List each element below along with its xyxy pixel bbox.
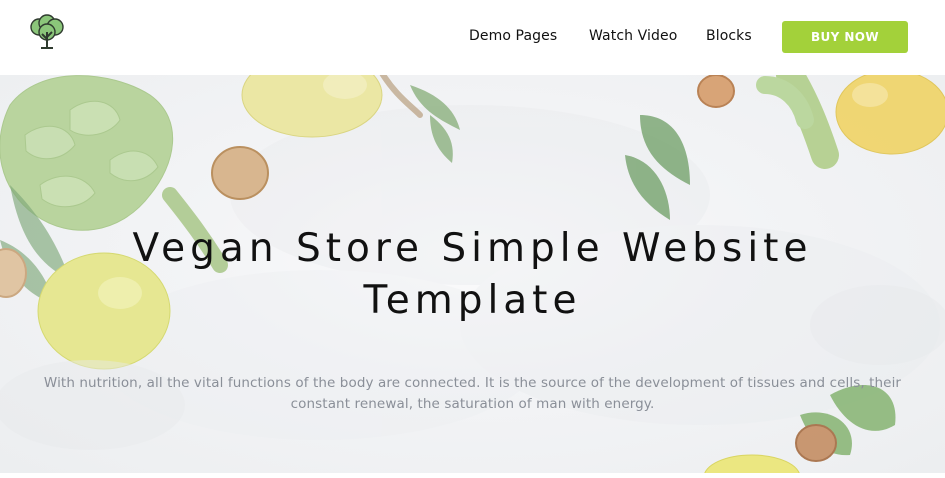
hero-description-line-1: With nutrition, all the vital functions …: [43, 375, 902, 391]
hero-title-line-1: Vegan Store Simple Website: [132, 226, 813, 271]
hero-title: Vegan Store Simple Website Template: [0, 223, 945, 327]
buy-now-button[interactable]: BUY NOW: [782, 21, 908, 53]
site-header: Demo Pages Watch Video Blocks BUY NOW: [0, 0, 945, 75]
bottom-divider: [0, 473, 945, 478]
hero-description: With nutrition, all the vital functions …: [0, 373, 945, 415]
nav-watch-video[interactable]: Watch Video: [589, 26, 677, 46]
hero-title-line-2: Template: [363, 278, 582, 323]
nav-blocks[interactable]: Blocks: [706, 26, 752, 46]
nav-demo-pages[interactable]: Demo Pages: [469, 26, 557, 46]
hero-description-line-2: constant renewal, the saturation of man …: [290, 396, 655, 412]
hero-section: Vegan Store Simple Website Template With…: [0, 75, 945, 473]
